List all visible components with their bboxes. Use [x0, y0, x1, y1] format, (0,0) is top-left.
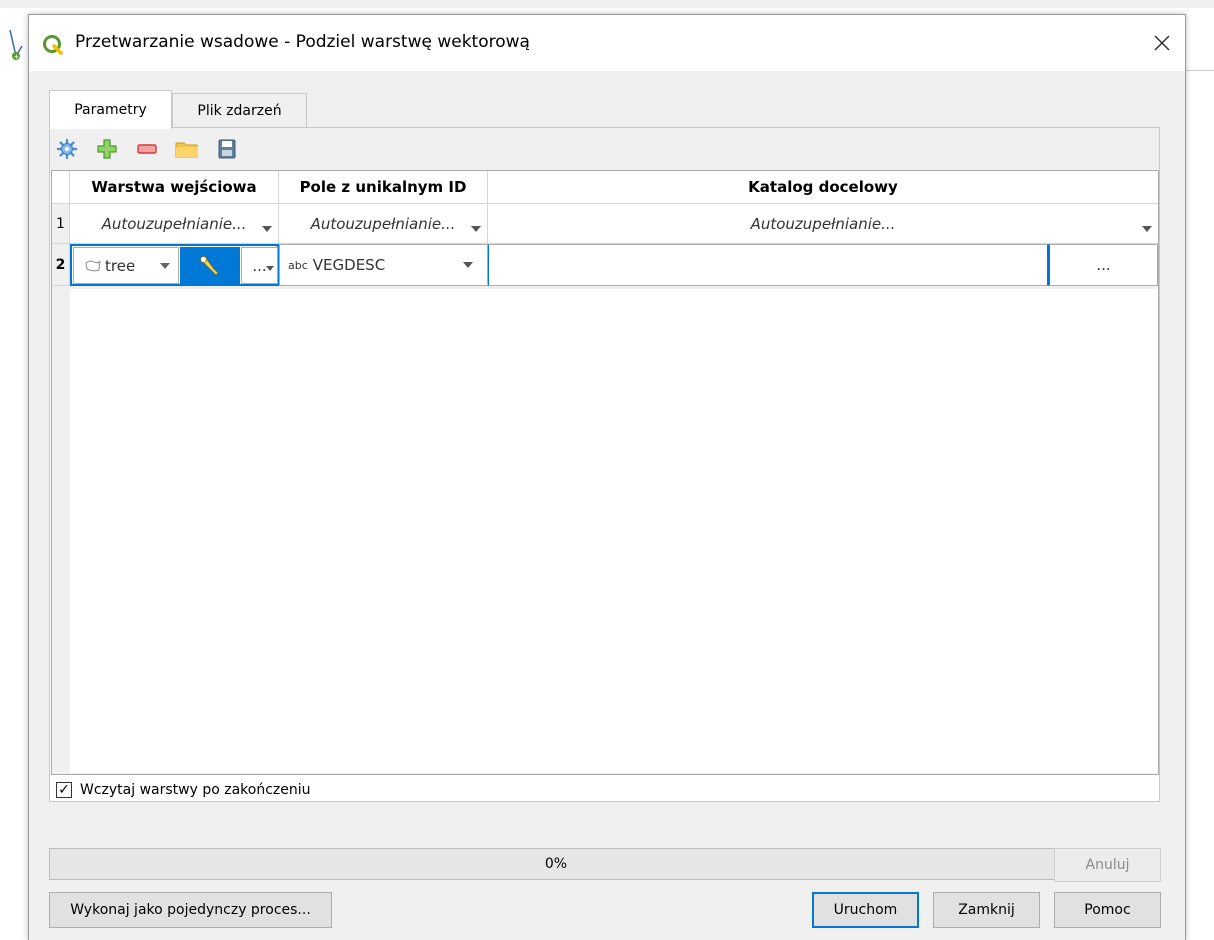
chevron-down-icon: [463, 262, 473, 268]
input-layer-combo[interactable]: tree: [73, 247, 179, 284]
remove-row-button[interactable]: [134, 136, 160, 162]
wrench-icon: [200, 255, 219, 276]
open-file-button[interactable]: [174, 136, 200, 162]
chevron-down-icon: [160, 263, 170, 269]
unique-id-field-combo[interactable]: abc VEGDESC: [279, 244, 488, 286]
row-header-2[interactable]: 2: [52, 244, 70, 286]
ellipsis-label: ...: [252, 256, 267, 275]
close-window-button[interactable]: [1139, 23, 1185, 63]
polygon-layer-icon: [85, 260, 101, 271]
remove-row-icon: [137, 144, 157, 154]
column-header-output-directory[interactable]: Katalog docelowy: [488, 171, 1158, 204]
svg-text:+: +: [14, 53, 20, 61]
column-header-unique-id-field[interactable]: Pole z unikalnym ID: [279, 171, 488, 204]
input-layer-browse-button[interactable]: ...: [241, 247, 278, 284]
table-corner: [52, 171, 70, 204]
save-icon: [218, 139, 236, 159]
table-empty-area: [70, 289, 1158, 773]
output-directory-browse-button[interactable]: ...: [1048, 244, 1158, 286]
autofill-output-directory[interactable]: Autouzupełnianie...: [488, 204, 1158, 244]
input-layer-cell: tree ...: [70, 244, 279, 286]
text-field-type-icon: abc: [288, 258, 308, 272]
output-directory-input[interactable]: [488, 244, 1048, 286]
background-canvas: [0, 8, 28, 940]
unique-id-field-value: VEGDESC: [312, 256, 386, 274]
qgis-logo-icon: [43, 35, 63, 55]
autofill-gear-icon: [56, 138, 78, 160]
autofill-unique-id-field[interactable]: Autouzupełnianie...: [279, 204, 488, 244]
load-layers-checkbox[interactable]: ✓: [56, 782, 72, 798]
progress-text: 0%: [544, 856, 568, 872]
title-bar: Przetwarzanie wsadowe - Podziel warstwę …: [29, 15, 1185, 71]
checkmark-icon: ✓: [58, 782, 70, 798]
tab-parametry[interactable]: Parametry: [49, 90, 172, 129]
progress-bar: 0%: [49, 848, 1063, 880]
parameters-panel: Warstwa wejściowa Pole z unikalnym ID Ka…: [49, 127, 1160, 802]
background-strip: [0, 0, 1214, 8]
chevron-down-icon: [471, 226, 481, 232]
load-layers-label: Wczytaj warstwy po zakończeniu: [80, 782, 311, 798]
tab-plik-zdarzen[interactable]: Plik zdarzeń: [172, 93, 307, 128]
close-icon: [1154, 35, 1170, 51]
autofill-input-layer[interactable]: Autouzupełnianie...: [70, 204, 279, 244]
chevron-down-icon: [266, 266, 274, 271]
chevron-down-icon: [1142, 226, 1152, 232]
add-row-icon: [97, 139, 117, 159]
autofill-label: Autouzupełnianie...: [310, 214, 456, 233]
run-button[interactable]: Uruchom: [812, 892, 919, 928]
row-header-1[interactable]: 1: [52, 204, 70, 244]
autofill-button[interactable]: [54, 136, 80, 162]
batch-processing-dialog: Przetwarzanie wsadowe - Podziel warstwę …: [28, 14, 1186, 940]
background-divider: [1186, 70, 1214, 71]
input-layer-value: tree: [105, 256, 136, 275]
column-header-input-layer[interactable]: Warstwa wejściowa: [70, 171, 279, 204]
help-button[interactable]: Pomoc: [1054, 892, 1161, 928]
autofill-label: Autouzupełnianie...: [750, 214, 896, 233]
dialog-title: Przetwarzanie wsadowe - Podziel warstwę …: [75, 32, 530, 52]
batch-toolbar: [50, 128, 1159, 170]
open-folder-icon: [175, 142, 198, 158]
load-layers-option[interactable]: ✓ Wczytaj warstwy po zakończeniu: [56, 780, 311, 800]
advanced-options-button[interactable]: [180, 247, 240, 284]
chevron-down-icon: [262, 226, 272, 232]
digitize-node-icon: +: [9, 29, 23, 61]
cancel-button[interactable]: Anuluj: [1054, 848, 1161, 882]
autofill-label: Autouzupełnianie...: [101, 214, 247, 233]
run-as-single-process-button[interactable]: Wykonaj jako pojedynczy proces...: [49, 892, 332, 928]
close-button[interactable]: Zamknij: [933, 892, 1040, 928]
batch-table: Warstwa wejściowa Pole z unikalnym ID Ka…: [51, 170, 1159, 775]
add-row-button[interactable]: [94, 136, 120, 162]
save-button[interactable]: [214, 136, 240, 162]
